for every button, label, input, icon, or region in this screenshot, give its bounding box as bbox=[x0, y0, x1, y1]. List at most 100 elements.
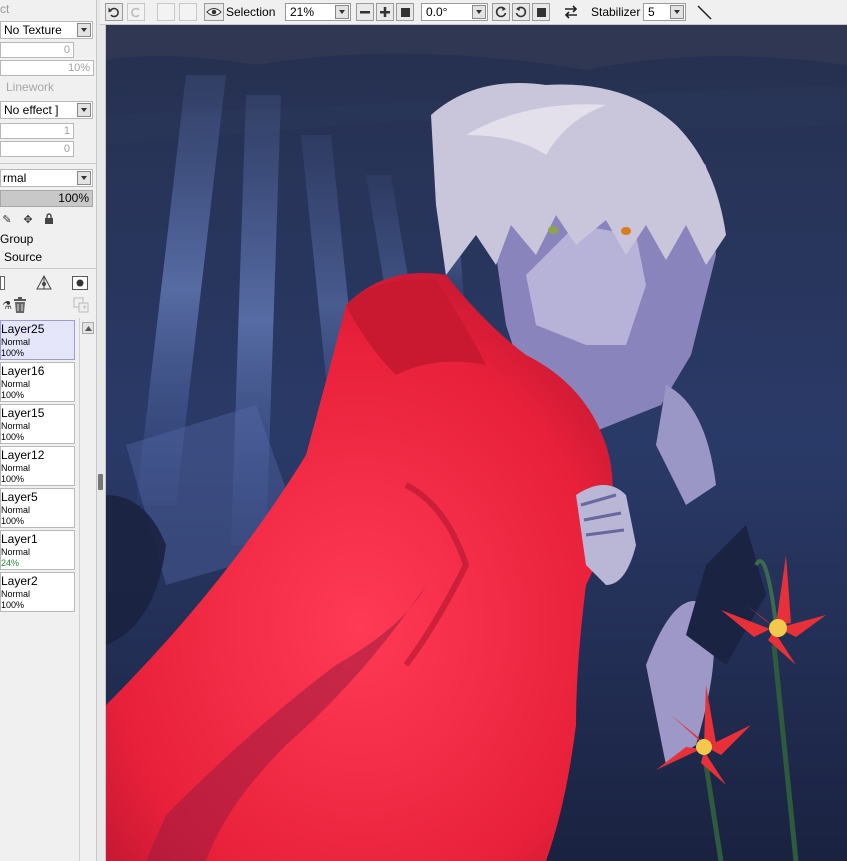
undo-icon bbox=[108, 7, 119, 18]
layer-name: Layer16 bbox=[1, 364, 45, 378]
zoom-reset-button[interactable] bbox=[396, 3, 414, 21]
layer-item[interactable]: Layer12 Normal 100% bbox=[0, 446, 75, 486]
flip-arrows-icon bbox=[564, 5, 578, 19]
rotation-value: 0.0° bbox=[426, 5, 448, 19]
rotation-select[interactable]: 0.0° bbox=[421, 3, 488, 21]
layer-mask-icon[interactable] bbox=[72, 276, 88, 290]
scroll-up-button[interactable] bbox=[82, 322, 94, 334]
texture-select[interactable]: No Texture bbox=[0, 21, 93, 39]
layer-blend-mode: Normal bbox=[1, 589, 31, 599]
blend-mode-value: rmal bbox=[3, 171, 27, 185]
deselect-button[interactable] bbox=[157, 3, 175, 21]
layer-blend-mode: Normal bbox=[1, 505, 31, 515]
new-layer-icon[interactable] bbox=[0, 276, 5, 290]
zoom-out-button[interactable] bbox=[356, 3, 374, 21]
layer-opacity: 24% bbox=[1, 558, 20, 568]
layer-blend-mode: Normal bbox=[1, 421, 31, 431]
move-icon[interactable]: ✥ bbox=[21, 212, 35, 226]
chevron-down-icon bbox=[670, 5, 684, 19]
layer-item[interactable]: Layer2 Normal 100% bbox=[0, 572, 75, 612]
stabilizer-value: 5 bbox=[648, 5, 655, 19]
layer-item[interactable]: Layer5 Normal 100% bbox=[0, 488, 75, 528]
rotate-ccw-button[interactable] bbox=[492, 3, 510, 21]
effect-strength-field[interactable]: 0 bbox=[0, 141, 74, 157]
divider bbox=[0, 163, 96, 164]
zoom-in-button[interactable] bbox=[376, 3, 394, 21]
effect-select[interactable]: No effect ] bbox=[0, 101, 93, 119]
minus-icon bbox=[360, 11, 370, 14]
selection-label: Selection bbox=[226, 5, 276, 19]
redo-icon bbox=[131, 7, 140, 18]
panel-splitter[interactable] bbox=[96, 0, 106, 861]
layer-name: Layer1 bbox=[1, 532, 38, 546]
rotate-left-icon bbox=[495, 6, 507, 18]
square-icon bbox=[400, 7, 410, 17]
rotation-reset-button[interactable] bbox=[532, 3, 550, 21]
blend-mode-select[interactable]: rmal bbox=[0, 169, 93, 187]
layer-opacity: 100% bbox=[1, 390, 25, 400]
chevron-down-icon bbox=[77, 171, 91, 185]
texture-strength-field[interactable]: 10% bbox=[0, 60, 94, 76]
stabilizer-label: Stabilizer bbox=[591, 5, 641, 19]
rotate-cw-button[interactable] bbox=[512, 3, 530, 21]
layer-name: Layer2 bbox=[1, 574, 38, 588]
square-icon bbox=[536, 7, 546, 17]
layer-list: Layer25 Normal 100% Layer16 Normal 100% Layer1… bbox=[0, 318, 76, 861]
lock-icon[interactable] bbox=[42, 212, 56, 226]
opacity-slider[interactable]: 100% bbox=[0, 190, 93, 207]
pencil-icon[interactable]: ✎ bbox=[0, 212, 14, 226]
texture-select-value: No Texture bbox=[4, 23, 62, 37]
layer-item[interactable]: Layer1 Normal 24% bbox=[0, 530, 75, 570]
divider bbox=[0, 268, 96, 269]
undo-button[interactable] bbox=[105, 3, 123, 21]
flip-horizontal-button[interactable] bbox=[562, 3, 580, 21]
layer-blend-mode: Normal bbox=[1, 547, 31, 557]
straight-line-button[interactable] bbox=[695, 3, 713, 21]
zoom-select[interactable]: 21% bbox=[285, 3, 351, 21]
layer-item[interactable]: Layer15 Normal 100% bbox=[0, 404, 75, 444]
chevron-down-icon bbox=[335, 5, 349, 19]
layer-name: Layer25 bbox=[1, 322, 45, 336]
clipping-group-checkbox[interactable]: Group bbox=[0, 232, 33, 246]
artwork bbox=[106, 25, 847, 861]
chevron-down-icon bbox=[77, 23, 91, 37]
redo-button[interactable] bbox=[127, 3, 145, 21]
texture-scale-field[interactable]: 0 bbox=[0, 42, 74, 58]
panel-title-partial: ct bbox=[0, 2, 10, 16]
invert-selection-button[interactable] bbox=[179, 3, 197, 21]
effect-select-value: No effect ] bbox=[4, 103, 59, 117]
stabilizer-select[interactable]: 5 bbox=[643, 3, 686, 21]
trash-icon[interactable] bbox=[12, 296, 28, 314]
effect-width-field[interactable]: 1 bbox=[0, 123, 74, 139]
layer-opacity: 100% bbox=[1, 432, 25, 442]
layer-opacity: 100% bbox=[1, 474, 25, 484]
drawing-canvas[interactable] bbox=[106, 25, 847, 861]
chevron-down-icon bbox=[77, 103, 91, 117]
merge-layer-icon[interactable] bbox=[72, 296, 90, 314]
layer-item[interactable]: Layer25 Normal 100% bbox=[0, 320, 75, 360]
layer-opacity: 100% bbox=[1, 516, 25, 526]
layer-name: Layer5 bbox=[1, 490, 38, 504]
rotate-right-icon bbox=[515, 6, 527, 18]
linework-label: Linework bbox=[6, 80, 55, 94]
new-vector-layer-icon[interactable] bbox=[35, 274, 53, 292]
opacity-value: 100% bbox=[58, 191, 89, 205]
layer-opacity: 100% bbox=[1, 600, 25, 610]
layer-blend-mode: Normal bbox=[1, 379, 31, 389]
eye-icon bbox=[206, 8, 222, 16]
layer-list-scrollbar[interactable] bbox=[79, 318, 96, 861]
zoom-value: 21% bbox=[290, 5, 315, 19]
layer-opacity: 100% bbox=[1, 348, 25, 358]
layer-name: Layer12 bbox=[1, 448, 45, 462]
toolbar: Selection 21% 0.0° Stabilizer 5 bbox=[100, 0, 847, 25]
splitter-grip[interactable] bbox=[98, 474, 103, 490]
layer-item[interactable]: Layer16 Normal 100% bbox=[0, 362, 75, 402]
layer-blend-mode: Normal bbox=[1, 337, 31, 347]
selection-source-checkbox[interactable]: Source bbox=[4, 250, 42, 264]
linework-toggle[interactable]: Linework bbox=[0, 79, 96, 95]
layer-name: Layer15 bbox=[1, 406, 45, 420]
layer-blend-mode: Normal bbox=[1, 463, 31, 473]
selection-visibility-button[interactable] bbox=[204, 3, 224, 21]
chevron-down-icon bbox=[472, 5, 486, 19]
plus-icon bbox=[380, 7, 390, 17]
